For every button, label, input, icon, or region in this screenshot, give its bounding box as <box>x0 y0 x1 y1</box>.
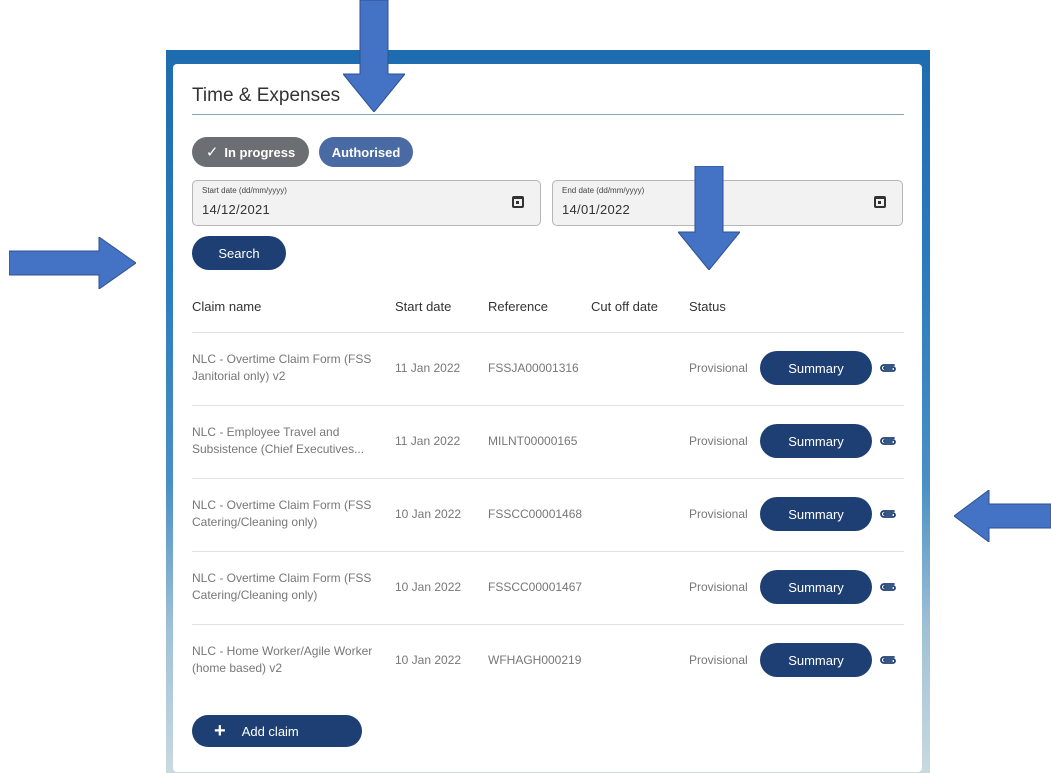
status-cell: Provisional <box>689 653 748 667</box>
filter-chip-in-progress[interactable]: ✓ In progress <box>192 137 309 167</box>
page-title: Time & Expenses <box>192 85 341 106</box>
paperclip-icon[interactable] <box>879 654 897 666</box>
chip-label: In progress <box>224 144 296 160</box>
row-divider <box>192 478 904 479</box>
row-divider <box>192 624 904 625</box>
end-date-value[interactable]: 14/01/2022 <box>562 202 630 217</box>
start-date-cell: 10 Jan 2022 <box>395 580 462 594</box>
time-expenses-card: Time & Expenses ✓ In progress Authorised… <box>173 64 922 772</box>
annotation-arrow-down-icon <box>343 0 405 112</box>
check-icon: ✓ <box>205 144 219 161</box>
column-header-reference: Reference <box>488 299 548 314</box>
reference-cell: FSSCC00001468 <box>488 507 583 521</box>
paperclip-icon[interactable] <box>879 508 897 520</box>
search-button[interactable]: Search <box>192 236 286 270</box>
start-date-cell: 10 Jan 2022 <box>395 507 462 521</box>
start-date-cell: 10 Jan 2022 <box>395 653 462 667</box>
column-header-claim-name: Claim name <box>192 299 262 314</box>
status-cell: Provisional <box>689 361 748 375</box>
reference-cell: WFHAGH000219 <box>488 653 582 667</box>
start-date-label: Start date (dd/mm/yyyy) <box>202 186 287 195</box>
start-date-field[interactable]: Start date (dd/mm/yyyy) 14/12/2021 <box>192 180 541 226</box>
paperclip-icon[interactable] <box>879 435 897 447</box>
status-cell: Provisional <box>689 434 748 448</box>
column-header-start-date: Start date <box>395 299 452 314</box>
end-date-label: End date (dd/mm/yyyy) <box>562 186 645 195</box>
reference-cell: FSSCC00001467 <box>488 580 583 594</box>
chip-label: Authorised <box>331 144 401 160</box>
reference-cell: MILNT00000165 <box>488 434 578 448</box>
column-header-cut-off-date: Cut off date <box>591 299 658 314</box>
annotation-arrow-left-icon <box>954 490 1051 542</box>
claim-name-cell: NLC - Overtime Claim Form (FSS Janitoria… <box>192 352 372 383</box>
start-date-cell: 11 Jan 2022 <box>395 361 461 375</box>
summary-button[interactable]: Summary <box>760 497 872 531</box>
annotation-arrow-down-icon <box>678 166 740 270</box>
paperclip-icon[interactable] <box>879 581 897 593</box>
row-divider <box>192 332 904 333</box>
status-cell: Provisional <box>689 507 748 521</box>
start-date-cell: 11 Jan 2022 <box>395 434 461 448</box>
claim-name-cell: NLC - Employee Travel and Subsistence (C… <box>192 425 365 456</box>
summary-button[interactable]: Summary <box>760 351 872 385</box>
title-divider <box>192 114 904 115</box>
plus-icon: + <box>214 720 226 742</box>
claim-name-cell: NLC - Home Worker/Agile Worker (home bas… <box>192 644 373 675</box>
add-claim-button[interactable]: + Add claim <box>192 715 362 747</box>
summary-button[interactable]: Summary <box>760 424 872 458</box>
add-claim-label: Add claim <box>241 723 299 739</box>
start-date-value[interactable]: 14/12/2021 <box>202 202 270 217</box>
annotation-arrow-right-icon <box>9 237 136 289</box>
summary-button[interactable]: Summary <box>760 643 872 677</box>
filter-chip-authorised[interactable]: Authorised <box>319 137 413 167</box>
row-divider <box>192 405 904 406</box>
claim-name-cell: NLC - Overtime Claim Form (FSS Catering/… <box>192 571 372 602</box>
summary-button[interactable]: Summary <box>760 570 872 604</box>
column-header-status: Status <box>689 299 726 314</box>
status-cell: Provisional <box>689 580 748 594</box>
claim-name-cell: NLC - Overtime Claim Form (FSS Catering/… <box>192 498 372 529</box>
row-divider <box>192 551 904 552</box>
calendar-icon[interactable] <box>512 196 524 208</box>
calendar-icon[interactable] <box>874 196 886 208</box>
reference-cell: FSSJA00001316 <box>488 361 579 375</box>
paperclip-icon[interactable] <box>879 362 897 374</box>
